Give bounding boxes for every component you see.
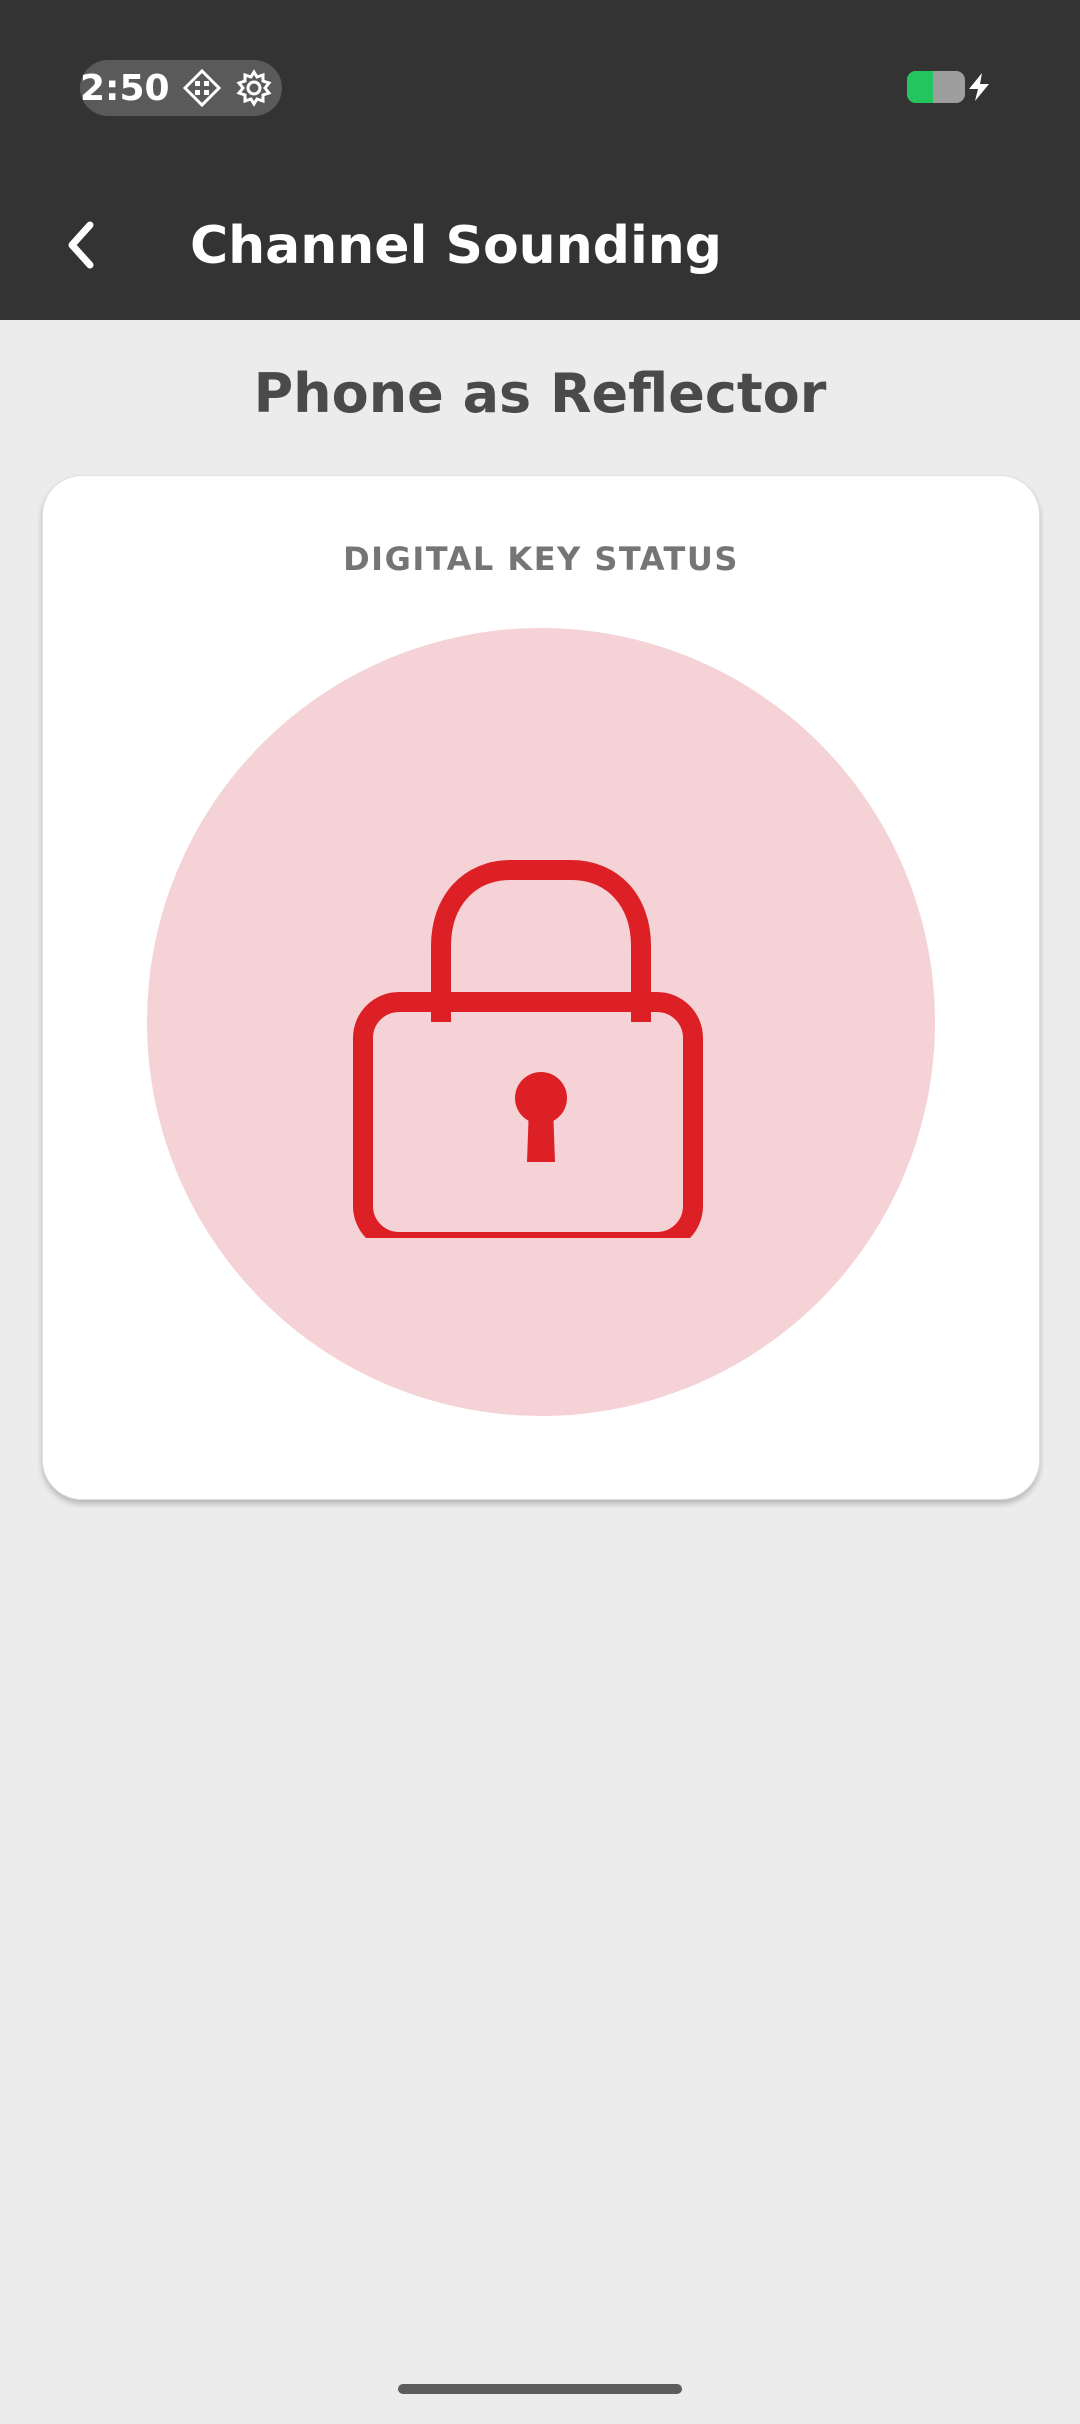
bolt-icon: [966, 72, 992, 102]
status-pill: 2:50: [80, 60, 282, 116]
status-circle: [147, 628, 935, 1416]
battery-charging-icon: [906, 70, 970, 104]
lock-closed-icon: [353, 860, 703, 1238]
diamond-grid-icon: [182, 68, 222, 108]
card-label: DIGITAL KEY STATUS: [343, 540, 739, 578]
gear-icon: [234, 68, 274, 108]
back-button[interactable]: [46, 210, 116, 280]
page-title: Phone as Reflector: [253, 362, 827, 425]
status-bar: 2:50: [0, 0, 1080, 170]
home-indicator[interactable]: [398, 2384, 682, 2394]
chevron-left-icon: [68, 221, 94, 269]
digital-key-status-card: DIGITAL KEY STATUS: [42, 475, 1040, 1500]
status-time: 2:50: [80, 67, 170, 109]
app-bar: Channel Sounding: [0, 170, 1080, 320]
app-title: Channel Sounding: [190, 216, 723, 276]
